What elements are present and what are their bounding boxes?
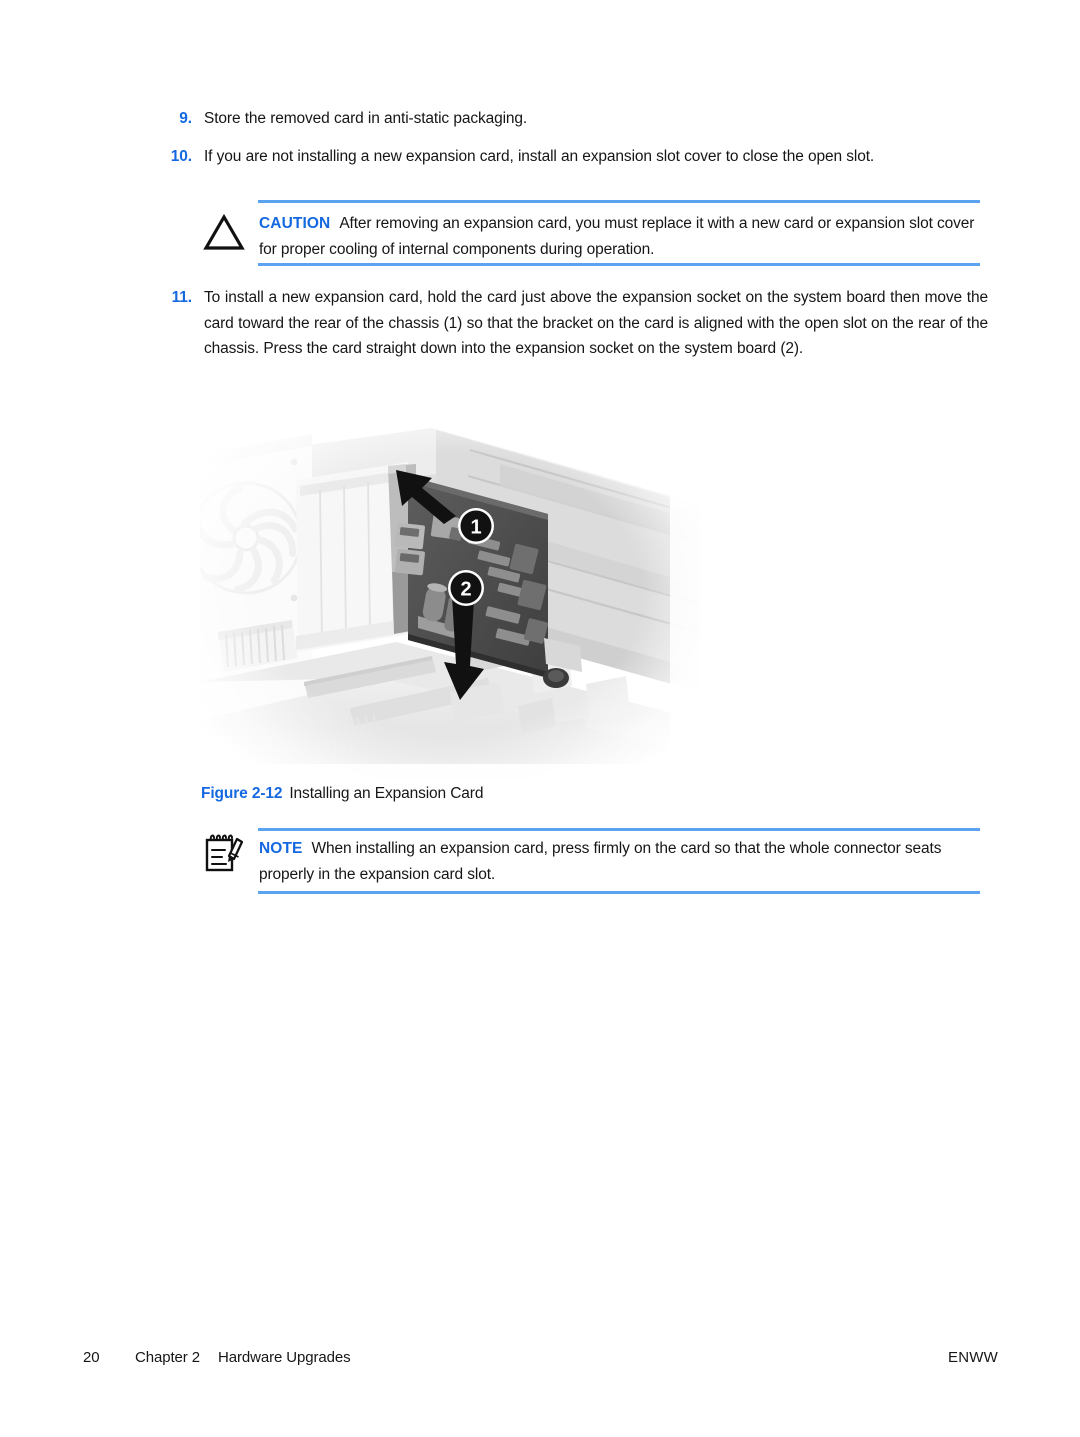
footer-chapter-title: Hardware Upgrades — [217, 1349, 351, 1366]
list-item-number: 9. — [179, 110, 192, 127]
figure-title: Installing an Expansion Card — [289, 785, 484, 802]
note-rule-bottom — [258, 891, 980, 894]
list-item: 9. Store the removed card in anti-static… — [148, 106, 988, 132]
list-item-number: 10. — [170, 148, 192, 165]
list-item-text: If you are not installing a new expansio… — [204, 148, 875, 165]
caution-rule-bottom — [258, 263, 980, 266]
caution-text-block: CAUTION After removing an expansion card,… — [259, 211, 979, 262]
notepad-pencil-icon — [200, 830, 246, 876]
note-rule-top — [258, 828, 980, 831]
figure-label: Figure 2-12 — [201, 785, 283, 802]
page-footer: 20 Chapter 2 Hardware Upgrades ENWW — [0, 1347, 1080, 1371]
list-item-text: Store the removed card in anti-static pa… — [204, 110, 528, 127]
warning-triangle-icon — [201, 209, 247, 255]
footer-locale: ENWW — [948, 1349, 998, 1366]
list-item: 11. To install a new expansion card, hol… — [148, 285, 989, 362]
list-item-text: To install a new expansion card, hold th… — [204, 289, 988, 357]
footer-chapter: Chapter 2 — [135, 1349, 200, 1366]
figure-caption: Figure 2-12 Installing an Expansion Card — [201, 783, 483, 805]
note-label: NOTE — [259, 840, 303, 857]
note-text-block: NOTE When installing an expansion card, p… — [259, 836, 979, 887]
note-body: When installing an expansion card, press… — [259, 840, 942, 883]
document-page: 9. Store the removed card in anti-static… — [0, 0, 1080, 1437]
list-item-number: 11. — [171, 289, 193, 306]
caution-label: CAUTION — [259, 215, 331, 232]
caution-rule-top — [258, 200, 980, 203]
list-item: 10. If you are not installing a new expa… — [148, 144, 988, 170]
figure-expansion-card: 1 2 — [200, 420, 700, 780]
caution-body: After removing an expansion card, you mu… — [259, 215, 975, 258]
footer-left: 20 Chapter 2 Hardware Upgrades — [83, 1347, 351, 1369]
chassis-photo: 1 2 — [200, 420, 700, 780]
footer-page-number: 20 — [83, 1349, 100, 1366]
